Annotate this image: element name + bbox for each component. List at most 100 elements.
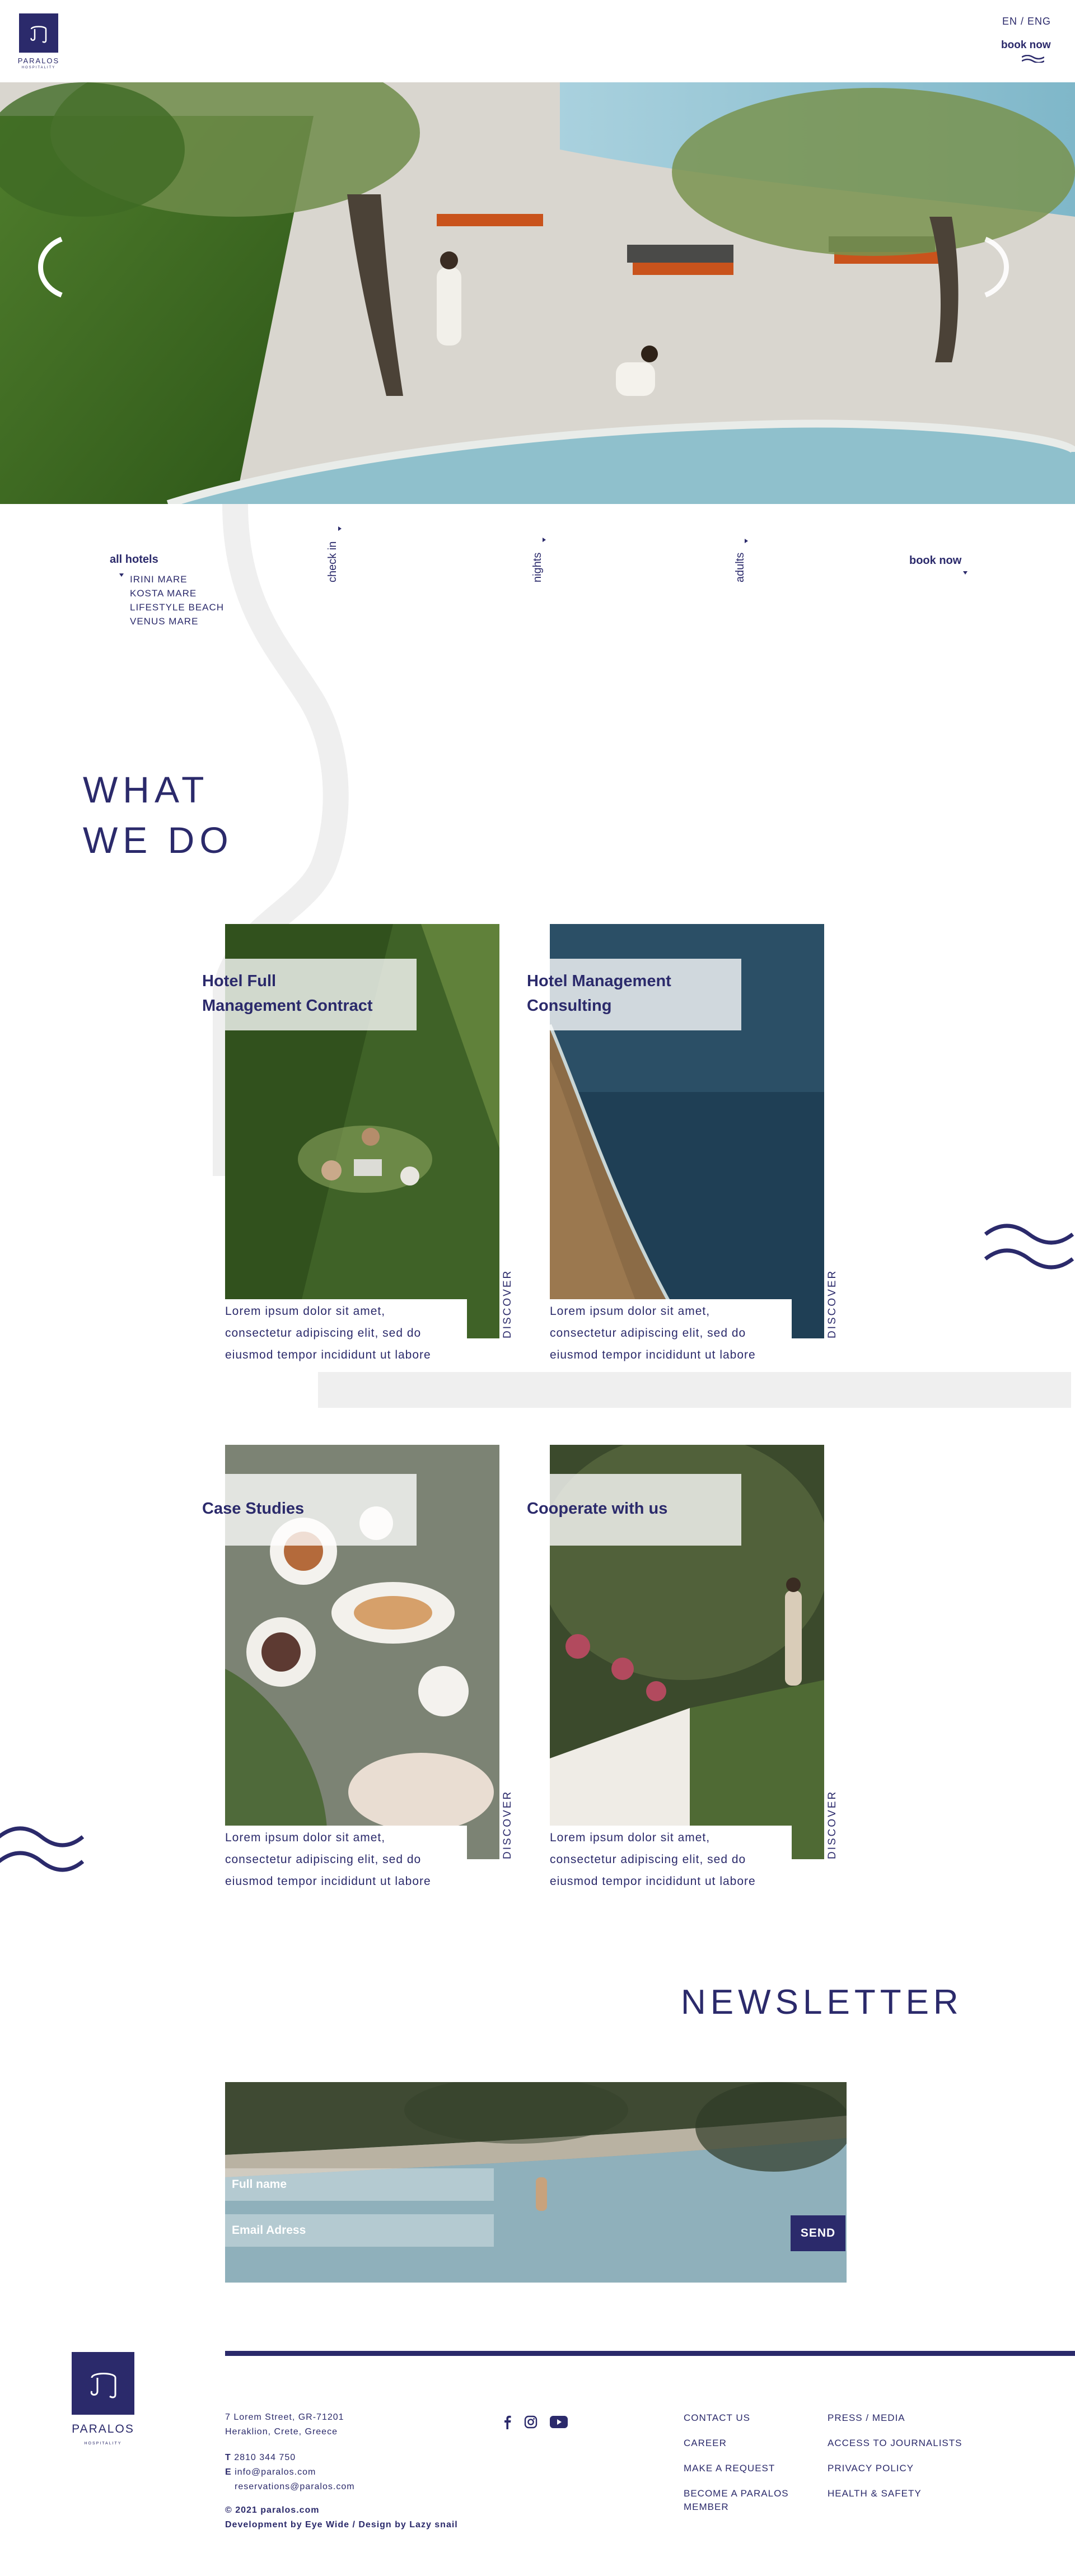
- text-line: Lorem ipsum dolor sit amet,: [550, 1305, 711, 1318]
- card-description: Lorem ipsum dolor sit amet, consectetur …: [550, 1826, 792, 1892]
- address-line: Heraklion, Crete, Greece: [225, 2427, 338, 2437]
- chevron-down-icon: [543, 538, 546, 542]
- decorative-band: [318, 1372, 1071, 1408]
- footer-address: 7 Lorem Street, GR-71201 Heraklion, Cret…: [225, 2410, 344, 2439]
- send-button[interactable]: SEND: [791, 2215, 845, 2251]
- email-link[interactable]: reservations@paralos.com: [235, 2482, 355, 2491]
- footer-contact: T 2810 344 750 E info@paralos.com reserv…: [225, 2451, 355, 2494]
- text-line: consectetur adipiscing elit, sed do: [550, 1853, 746, 1866]
- text-line: Lorem ipsum dolor sit amet,: [550, 1831, 711, 1844]
- hotel-option[interactable]: VENUS MARE: [130, 616, 198, 627]
- phone-number[interactable]: 2810 344 750: [234, 2453, 296, 2462]
- footer-links-col1: CONTACT US CAREER MAKE A REQUEST BECOME …: [684, 2411, 818, 2514]
- email-label: E: [225, 2467, 232, 2477]
- text-line: Lorem ipsum dolor sit amet,: [225, 1305, 386, 1318]
- hotel-option[interactable]: KOSTA MARE: [130, 588, 197, 599]
- chevron-down-icon: [745, 539, 748, 543]
- footer-copyright: © 2021 paralos.com Development by Eye Wi…: [225, 2503, 458, 2532]
- section-title-newsletter: NEWSLETTER: [681, 1983, 963, 2022]
- card-description: Lorem ipsum dolor sit amet, consectetur …: [550, 1299, 792, 1366]
- hotel-option[interactable]: LIFESTYLE BEACH: [130, 602, 224, 613]
- discover-link[interactable]: DISCOVER: [502, 1790, 514, 1859]
- title-line: Hotel Management: [527, 972, 671, 990]
- title-line: Case Studies: [202, 1500, 305, 1518]
- text-line: eiusmod tempor incididunt ut labore: [225, 1875, 431, 1888]
- wave-decoration-icon: [0, 1826, 84, 1872]
- card-description: Lorem ipsum dolor sit amet, consectetur …: [225, 1826, 467, 1892]
- chevron-down-icon: [338, 526, 342, 531]
- chevron-down-icon: [963, 571, 968, 575]
- footer-divider: [225, 2351, 1075, 2356]
- card-title: Cooperate with us: [527, 1496, 667, 1521]
- title-line: WHAT: [83, 769, 209, 810]
- next-slide-arrow[interactable]: [969, 228, 1019, 306]
- footer-link-journalists[interactable]: ACCESS TO JOURNALISTS: [828, 2437, 973, 2450]
- logo-mark-icon: [90, 2373, 116, 2398]
- footer-logo-text: PARALOS: [72, 2423, 134, 2435]
- footer-logo-subtext: HOSPITALITY: [84, 2442, 122, 2446]
- copyright-text: © 2021 paralos.com: [225, 2505, 320, 2515]
- full-name-input[interactable]: [225, 2168, 494, 2201]
- card-title: Hotel Full Management Contract: [202, 969, 373, 1018]
- footer-link-contact[interactable]: CONTACT US: [684, 2411, 818, 2425]
- address-line: 7 Lorem Street, GR-71201: [225, 2412, 344, 2422]
- text-line: Lorem ipsum dolor sit amet,: [225, 1831, 386, 1844]
- text-line: eiusmod tempor incididunt ut labore: [550, 1348, 756, 1361]
- language-switch[interactable]: EN / ENG: [1002, 16, 1051, 27]
- title-line: Management Contract: [202, 997, 373, 1015]
- text-line: eiusmod tempor incididunt ut labore: [550, 1875, 756, 1888]
- hotel-option[interactable]: IRINI MARE: [130, 574, 188, 585]
- title-line: Cooperate with us: [527, 1500, 668, 1518]
- card-description: Lorem ipsum dolor sit amet, consectetur …: [225, 1299, 467, 1366]
- section-title-what-we-do: WHAT WE DO: [83, 764, 233, 865]
- email-input[interactable]: [225, 2214, 494, 2247]
- text-line: consectetur adipiscing elit, sed do: [225, 1853, 422, 1866]
- email-link[interactable]: info@paralos.com: [235, 2467, 316, 2477]
- prev-slide-arrow[interactable]: [28, 228, 78, 306]
- hotel-select-label: all hotels: [110, 553, 158, 566]
- footer-link-career[interactable]: CAREER: [684, 2437, 818, 2450]
- logo-subtext: HOSPITALITY: [21, 66, 56, 69]
- footer-link-privacy[interactable]: PRIVACY POLICY: [828, 2462, 973, 2475]
- logo[interactable]: [19, 13, 58, 53]
- footer-links-col2: PRESS / MEDIA ACCESS TO JOURNALISTS PRIV…: [828, 2411, 973, 2500]
- footer-link-member[interactable]: BECOME A PARALOS MEMBER: [684, 2487, 818, 2514]
- wave-decoration-icon: [984, 1224, 1074, 1270]
- card-title: Case Studies: [202, 1496, 304, 1521]
- wave-icon: [1022, 55, 1044, 63]
- chevron-down-icon: [119, 573, 124, 577]
- link-line: BECOME A PARALOS: [684, 2488, 789, 2499]
- adults-field[interactable]: adults: [734, 553, 747, 582]
- credits-text: Development by Eye Wide / Design by Lazy…: [225, 2520, 458, 2530]
- title-line: Hotel Full: [202, 972, 277, 990]
- hero-photo: [0, 82, 1075, 504]
- check-in-field[interactable]: check in: [326, 542, 339, 582]
- logo-mark-icon: [30, 26, 47, 43]
- logo-text: PARALOS: [17, 57, 60, 65]
- discover-link[interactable]: DISCOVER: [826, 1790, 839, 1859]
- footer-link-health[interactable]: HEALTH & SAFETY: [828, 2487, 973, 2500]
- text-line: eiusmod tempor incididunt ut labore: [225, 1348, 431, 1361]
- footer-link-request[interactable]: MAKE A REQUEST: [684, 2462, 818, 2475]
- facebook-icon[interactable]: [503, 2415, 512, 2429]
- book-now-link[interactable]: book now: [1001, 39, 1051, 52]
- book-now-button[interactable]: book now: [909, 554, 961, 567]
- newsletter-form: SEND: [225, 2082, 847, 2283]
- youtube-icon[interactable]: [550, 2416, 568, 2428]
- footer-logo[interactable]: [72, 2352, 134, 2415]
- title-line: Consulting: [527, 997, 612, 1015]
- text-line: consectetur adipiscing elit, sed do: [550, 1327, 746, 1340]
- nights-field[interactable]: nights: [531, 553, 544, 582]
- instagram-icon[interactable]: [524, 2415, 538, 2429]
- hero-image: [0, 82, 1075, 504]
- footer-link-press[interactable]: PRESS / MEDIA: [828, 2411, 973, 2425]
- discover-link[interactable]: DISCOVER: [502, 1270, 514, 1338]
- discover-link[interactable]: DISCOVER: [826, 1270, 839, 1338]
- card-title: Hotel Management Consulting: [527, 969, 671, 1018]
- hotel-select[interactable]: all hotels: [110, 553, 158, 566]
- title-line: WE DO: [83, 819, 233, 861]
- phone-label: T: [225, 2453, 231, 2462]
- text-line: consectetur adipiscing elit, sed do: [225, 1327, 422, 1340]
- site-header: PARALOS HOSPITALITY EN / ENG book now: [0, 0, 1075, 82]
- link-line: MEMBER: [684, 2502, 729, 2512]
